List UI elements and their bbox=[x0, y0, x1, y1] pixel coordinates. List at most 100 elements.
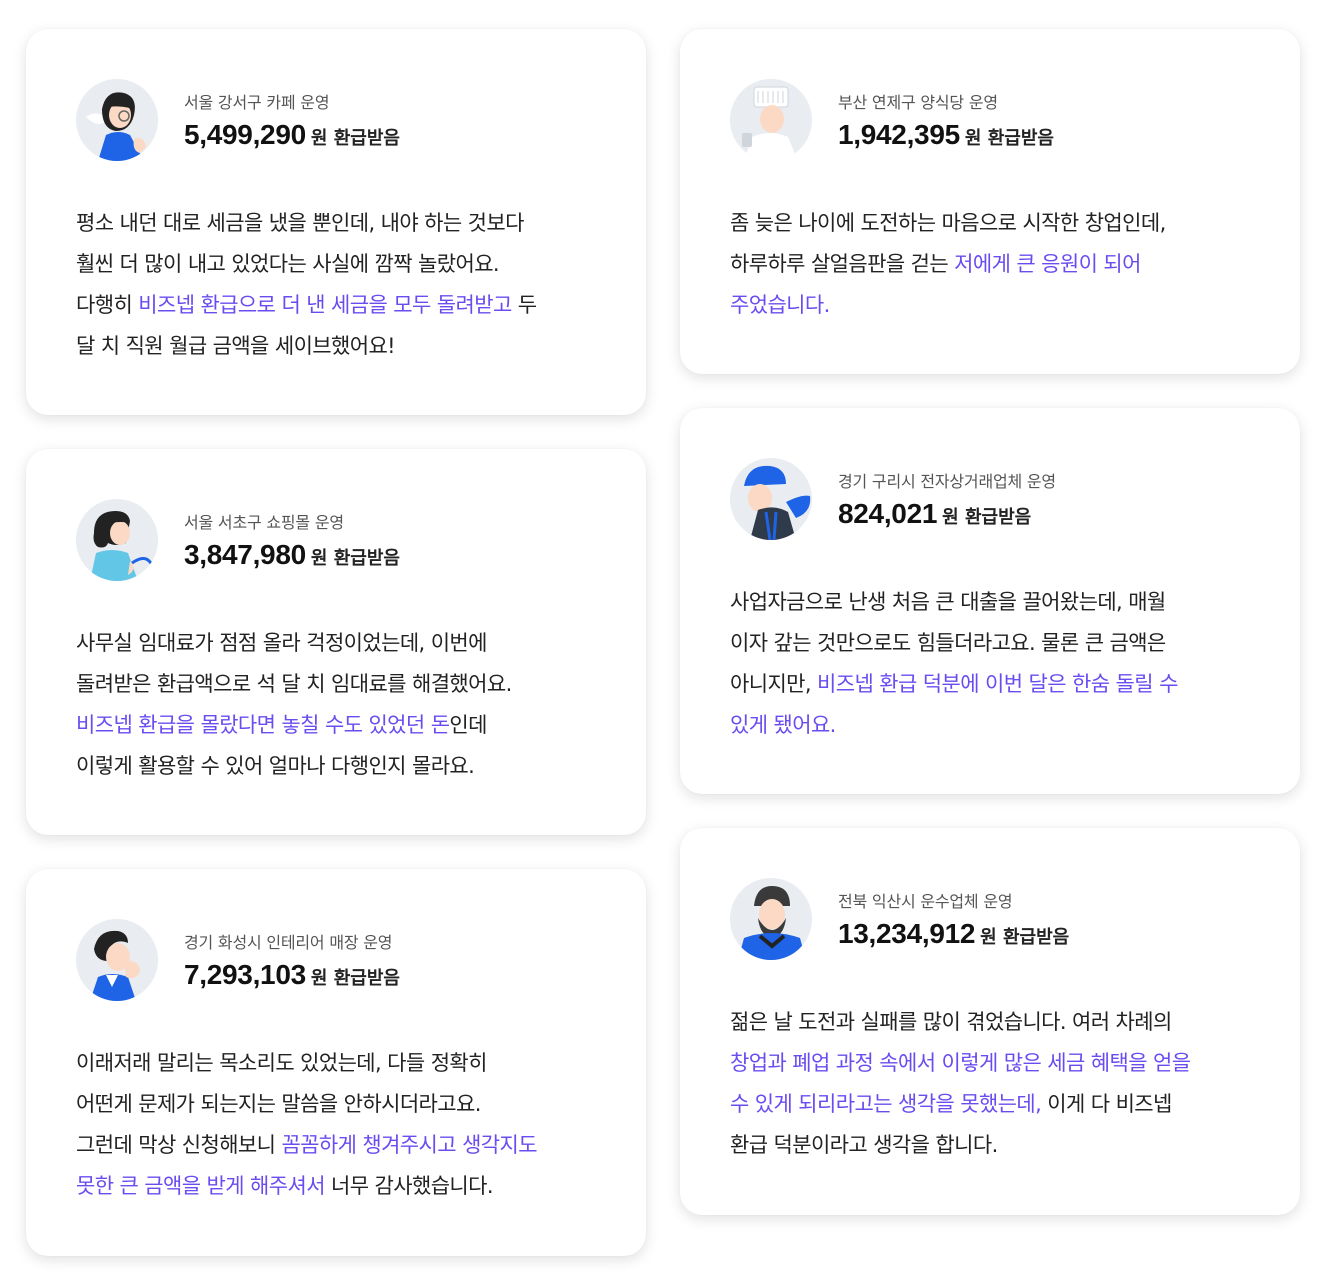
review-location: 서울 강서구 카페 운영 bbox=[184, 93, 330, 112]
review-card: 서울 강서구 카페 운영 5,499,290 원 환급받음 평소 내던 대로 세… bbox=[26, 29, 646, 415]
review-location: 서울 서초구 쇼핑몰 운영 bbox=[184, 513, 344, 532]
refund-amount-line: 13,234,912 원 환급받음 bbox=[838, 918, 1069, 950]
quote-highlight: 꼼꼼하게 챙겨주시고 생각지도 bbox=[281, 1133, 537, 1157]
quote-line: 이렇게 활용할 수 있어 얼마나 다행인지 몰라요. bbox=[76, 746, 596, 787]
quote-text: 환급 덕분이라고 생각을 합니다. bbox=[730, 1133, 998, 1157]
quote-line: 아니지만, 비즈넵 환급 덕분에 이번 달은 한숨 돌릴 수 bbox=[730, 664, 1250, 705]
quote-text: 두 bbox=[511, 293, 537, 317]
quote-line: 하루하루 살얼음판을 걷는 저에게 큰 응원이 되어 bbox=[730, 244, 1250, 285]
review-location: 경기 화성시 인테리어 매장 운영 bbox=[184, 933, 393, 952]
quote-highlight: 창업과 폐업 과정 속에서 이렇게 많은 세금 혜택을 얻을 bbox=[730, 1051, 1191, 1075]
refund-amount: 13,234,912 bbox=[838, 918, 976, 949]
quote-line: 달 치 직원 월급 금액을 세이브했어요! bbox=[76, 326, 596, 367]
chef-avatar-icon bbox=[730, 79, 812, 161]
review-quote: 젊은 날 도전과 실패를 많이 겪었습니다. 여러 차례의창업과 폐업 과정 속… bbox=[730, 1002, 1250, 1166]
quote-text: 훨씬 더 많이 내고 있었다는 사실에 깜짝 놀랐어요. bbox=[76, 252, 500, 276]
quote-highlight: 비즈넵 환급을 몰랐다면 놓칠 수도 있었던 돈 bbox=[76, 713, 450, 737]
review-location: 경기 구리시 전자상거래업체 운영 bbox=[838, 472, 1056, 491]
review-card: 경기 화성시 인테리어 매장 운영 7,293,103 원 환급받음 이래저래 … bbox=[26, 869, 646, 1256]
refund-amount-line: 5,499,290 원 환급받음 bbox=[184, 119, 400, 151]
quote-text: 이래저래 말리는 목소리도 있었는데, 다들 정확히 bbox=[76, 1051, 487, 1075]
review-header: 전북 익산시 운수업체 운영 13,234,912 원 환급받음 bbox=[730, 878, 1250, 960]
quote-text: 이게 다 비즈넵 bbox=[1041, 1092, 1172, 1116]
refund-unit-label: 원 환급받음 bbox=[942, 507, 1032, 528]
interior-owner-avatar-icon bbox=[76, 919, 158, 1001]
quote-text: 사업자금으로 난생 처음 큰 대출을 끌어왔는데, 매월 bbox=[730, 590, 1166, 614]
refund-unit-label: 원 환급받음 bbox=[310, 128, 400, 149]
courier-avatar-icon bbox=[730, 458, 812, 540]
quote-text: 이자 갚는 것만으로도 힘들더라고요. 물론 큰 금액은 bbox=[730, 631, 1166, 655]
refund-amount-line: 824,021 원 환급받음 bbox=[838, 498, 1056, 530]
quote-line: 환급 덕분이라고 생각을 합니다. bbox=[730, 1125, 1250, 1166]
review-quote: 이래저래 말리는 목소리도 있었는데, 다들 정확히어떤게 문제가 되는지는 말… bbox=[76, 1043, 596, 1207]
review-location: 부산 연제구 양식당 운영 bbox=[838, 93, 998, 112]
quote-text: 이렇게 활용할 수 있어 얼마나 다행인지 몰라요. bbox=[76, 754, 475, 778]
review-location: 전북 익산시 운수업체 운영 bbox=[838, 892, 1013, 911]
quote-highlight: 비즈넵 환급 덕분에 이번 달은 한숨 돌릴 수 bbox=[817, 672, 1178, 696]
quote-line: 평소 내던 대로 세금을 냈을 뿐인데, 내야 하는 것보다 bbox=[76, 203, 596, 244]
quote-line: 수 있게 되리라고는 생각을 못했는데, 이게 다 비즈넵 bbox=[730, 1084, 1250, 1125]
quote-line: 돌려받은 환급액으로 석 달 치 임대료를 해결했어요. bbox=[76, 664, 596, 705]
quote-line: 비즈넵 환급을 몰랐다면 놓칠 수도 있었던 돈인데 bbox=[76, 705, 596, 746]
quote-highlight: 있게 됐어요. bbox=[730, 713, 836, 737]
quote-line: 훨씬 더 많이 내고 있었다는 사실에 깜짝 놀랐어요. bbox=[76, 244, 596, 285]
refund-unit-label: 원 환급받음 bbox=[310, 968, 400, 989]
quote-line: 사업자금으로 난생 처음 큰 대출을 끌어왔는데, 매월 bbox=[730, 582, 1250, 623]
quote-text: 아니지만, bbox=[730, 672, 818, 696]
refund-unit-label: 원 환급받음 bbox=[310, 548, 400, 569]
quote-text: 어떤게 문제가 되는지는 말씀을 안하시더라고요. bbox=[76, 1092, 481, 1116]
quote-line: 주었습니다. bbox=[730, 285, 1250, 326]
quote-highlight: 수 있게 되리라고는 생각을 못했는데, bbox=[730, 1092, 1042, 1116]
quote-text: 하루하루 살얼음판을 걷는 bbox=[730, 252, 955, 276]
refund-amount: 5,499,290 bbox=[184, 119, 306, 150]
quote-text: 그런데 막상 신청해보니 bbox=[76, 1133, 282, 1157]
quote-highlight: 비즈넵 환급으로 더 낸 세금을 모두 돌려받고 bbox=[138, 293, 512, 317]
quote-line: 있게 됐어요. bbox=[730, 705, 1250, 746]
quote-line: 젊은 날 도전과 실패를 많이 겪었습니다. 여러 차례의 bbox=[730, 1002, 1250, 1043]
refund-unit-label: 원 환급받음 bbox=[980, 927, 1070, 948]
shop-owner-avatar-icon bbox=[76, 499, 158, 581]
quote-highlight: 저에게 큰 응원이 되어 bbox=[954, 252, 1141, 276]
review-header: 서울 서초구 쇼핑몰 운영 3,847,980 원 환급받음 bbox=[76, 499, 596, 581]
quote-highlight: 못한 큰 금액을 받게 해주셔서 bbox=[76, 1174, 326, 1198]
refund-unit-label: 원 환급받음 bbox=[964, 128, 1054, 149]
review-header: 경기 구리시 전자상거래업체 운영 824,021 원 환급받음 bbox=[730, 458, 1250, 540]
review-card: 전북 익산시 운수업체 운영 13,234,912 원 환급받음 젊은 날 도전… bbox=[680, 828, 1300, 1215]
review-quote: 좀 늦은 나이에 도전하는 마음으로 시작한 창업인데, 하루하루 살얼음판을 걷… bbox=[730, 203, 1250, 326]
quote-line: 이자 갚는 것만으로도 힘들더라고요. 물론 큰 금액은 bbox=[730, 623, 1250, 664]
quote-line: 어떤게 문제가 되는지는 말씀을 안하시더라고요. bbox=[76, 1084, 596, 1125]
quote-text: 너무 감사했습니다. bbox=[324, 1174, 494, 1198]
refund-amount-line: 3,847,980 원 환급받음 bbox=[184, 539, 400, 571]
refund-amount: 824,021 bbox=[838, 498, 938, 529]
quote-text: 평소 내던 대로 세금을 냈을 뿐인데, 내야 하는 것보다 bbox=[76, 211, 524, 235]
quote-line: 그런데 막상 신청해보니 꼼꼼하게 챙겨주시고 생각지도 bbox=[76, 1125, 596, 1166]
quote-highlight: 주었습니다. bbox=[730, 293, 830, 317]
quote-text: 다행히 bbox=[76, 293, 139, 317]
refund-amount-line: 7,293,103 원 환급받음 bbox=[184, 959, 400, 991]
quote-text: 사무실 임대료가 점점 올라 걱정이었는데, 이번에 bbox=[76, 631, 487, 655]
quote-line: 사무실 임대료가 점점 올라 걱정이었는데, 이번에 bbox=[76, 623, 596, 664]
review-header: 경기 화성시 인테리어 매장 운영 7,293,103 원 환급받음 bbox=[76, 919, 596, 1001]
quote-text: 달 치 직원 월급 금액을 세이브했어요! bbox=[76, 334, 396, 358]
quote-text: 젊은 날 도전과 실패를 많이 겪었습니다. 여러 차례의 bbox=[730, 1010, 1172, 1034]
review-card: 부산 연제구 양식당 운영 1,942,395 원 환급받음 좀 늦은 나이에 … bbox=[680, 29, 1300, 374]
refund-amount-line: 1,942,395 원 환급받음 bbox=[838, 119, 1054, 151]
bearded-man-avatar-icon bbox=[730, 878, 812, 960]
review-quote: 평소 내던 대로 세금을 냈을 뿐인데, 내야 하는 것보다훨씬 더 많이 내고… bbox=[76, 203, 596, 367]
review-quote: 사업자금으로 난생 처음 큰 대출을 끌어왔는데, 매월이자 갚는 것만으로도 … bbox=[730, 582, 1250, 746]
quote-line: 다행히 비즈넵 환급으로 더 낸 세금을 모두 돌려받고 두 bbox=[76, 285, 596, 326]
review-header: 부산 연제구 양식당 운영 1,942,395 원 환급받음 bbox=[730, 79, 1250, 161]
review-quote: 사무실 임대료가 점점 올라 걱정이었는데, 이번에돌려받은 환급액으로 석 달… bbox=[76, 623, 596, 787]
quote-text: 인데 bbox=[449, 713, 487, 737]
quote-text: 돌려받은 환급액으로 석 달 치 임대료를 해결했어요. bbox=[76, 672, 512, 696]
refund-amount: 1,942,395 bbox=[838, 119, 960, 150]
quote-line: 이래저래 말리는 목소리도 있었는데, 다들 정확히 bbox=[76, 1043, 596, 1084]
review-header: 서울 강서구 카페 운영 5,499,290 원 환급받음 bbox=[76, 79, 596, 161]
review-card: 경기 구리시 전자상거래업체 운영 824,021 원 환급받음 사업자금으로 … bbox=[680, 408, 1300, 794]
quote-line: 좀 늦은 나이에 도전하는 마음으로 시작한 창업인데, bbox=[730, 203, 1250, 244]
quote-text: 좀 늦은 나이에 도전하는 마음으로 시작한 창업인데, bbox=[730, 211, 1166, 235]
cafe-owner-avatar-icon bbox=[76, 79, 158, 161]
review-card: 서울 서초구 쇼핑몰 운영 3,847,980 원 환급받음 사무실 임대료가 … bbox=[26, 449, 646, 835]
quote-line: 못한 큰 금액을 받게 해주셔서 너무 감사했습니다. bbox=[76, 1166, 596, 1207]
refund-amount: 7,293,103 bbox=[184, 959, 306, 990]
